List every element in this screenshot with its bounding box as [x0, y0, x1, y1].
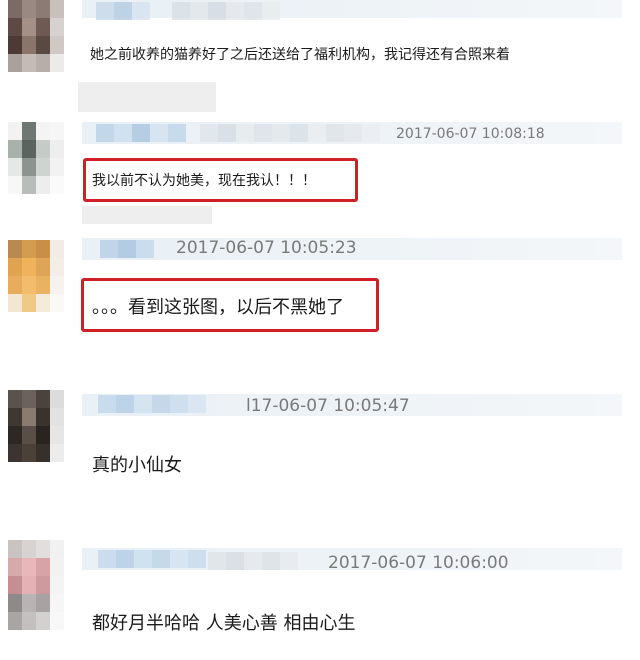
reply-link-blurred[interactable]: [78, 82, 216, 112]
comment-text: 她之前收养的猫养好了之后还送给了福利机构，我记得还有合照来着: [90, 47, 510, 63]
username-blurred[interactable]: [98, 550, 206, 568]
user-meta-blurred: [200, 124, 380, 142]
username-blurred[interactable]: [96, 2, 150, 20]
comment-text: 真的小仙女: [92, 455, 182, 476]
username-blurred[interactable]: [98, 395, 206, 413]
user-meta-blurred: [208, 552, 298, 570]
comment-feed: 她之前收养的猫养好了之后还送给了福利机构，我记得还有合照来着 2017-06-0…: [0, 0, 640, 660]
comment-timestamp: 2017-06-07 10:05:23: [176, 238, 357, 258]
user-avatar[interactable]: [8, 122, 64, 194]
user-avatar[interactable]: [8, 540, 64, 630]
username-blurred[interactable]: [100, 240, 154, 258]
username-blurred[interactable]: [96, 124, 186, 142]
reply-link-blurred[interactable]: [82, 206, 212, 224]
user-meta-blurred: [172, 2, 280, 20]
comment-timestamp: l17-06-07 10:05:47: [246, 396, 410, 416]
user-avatar[interactable]: [8, 240, 64, 312]
user-avatar[interactable]: [8, 390, 64, 462]
comment-timestamp: 2017-06-07 10:08:18: [396, 126, 545, 142]
comment-text: 我以前不认为她美，现在我认！！！: [92, 173, 316, 189]
comment-timestamp: 2017-06-07 10:06:00: [328, 553, 509, 573]
comment-header: [82, 0, 622, 18]
comment-text: 都好月半哈哈 人美心善 相由心生: [92, 613, 356, 634]
comment-text: 。。。看到这张图，以后不黑她了: [92, 297, 344, 318]
user-avatar[interactable]: [8, 0, 64, 72]
